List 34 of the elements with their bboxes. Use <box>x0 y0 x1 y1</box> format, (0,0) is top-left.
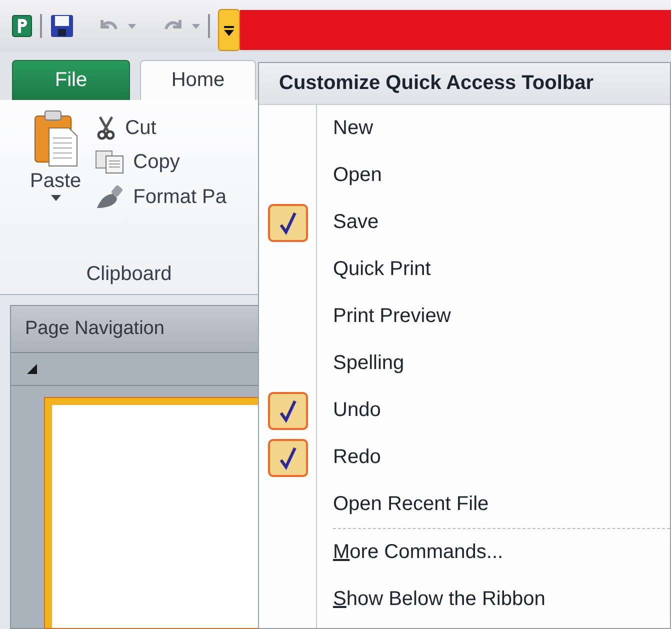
page-thumbnail[interactable] <box>45 398 259 628</box>
checkmark-icon <box>278 210 298 234</box>
clipboard-command[interactable]: Cut <box>95 116 227 140</box>
clipboard-icon[interactable] <box>34 110 78 168</box>
paste-button[interactable]: Paste <box>30 170 82 193</box>
clipboard-command[interactable]: Format Pa <box>95 184 227 210</box>
toolbar-divider <box>40 14 42 38</box>
menu-item[interactable]: Open <box>333 164 382 187</box>
menu-item[interactable]: Show Below the Ribbon <box>333 588 546 611</box>
scissors-icon <box>95 116 118 140</box>
app-logo-icon[interactable] <box>12 15 32 37</box>
dropdown-arrow-icon[interactable] <box>50 195 61 201</box>
toolbar-divider <box>208 14 210 38</box>
ribbon-tab[interactable]: File <box>12 60 130 100</box>
customize-toolbar-button[interactable] <box>218 9 240 51</box>
menu-item[interactable]: Redo <box>333 446 381 469</box>
ribbon-tab[interactable]: Home <box>140 60 256 100</box>
menu-item[interactable]: Undo <box>333 399 381 422</box>
menu-item[interactable]: Spelling <box>333 352 404 375</box>
menu-item[interactable]: More Commands... <box>333 541 504 564</box>
paintbrush-icon <box>95 184 126 210</box>
menu-item[interactable]: Quick Print <box>333 258 431 281</box>
pane-title: Page Navigation <box>25 318 164 340</box>
clipboard-command[interactable]: Copy <box>95 150 227 174</box>
group-label: Clipboard <box>86 262 172 287</box>
menu-item[interactable]: Open Recent File <box>333 493 489 516</box>
copy-icon <box>95 150 126 174</box>
menu-item[interactable]: New <box>333 117 374 140</box>
collapse-triangle-icon[interactable] <box>27 364 37 374</box>
checkmark-icon <box>278 398 298 422</box>
menu-item[interactable]: Print Preview <box>333 305 451 328</box>
checkmark-icon <box>278 446 298 470</box>
menu-title: Customize Quick Access Toolbar <box>259 63 670 105</box>
menu-item[interactable]: Save <box>333 211 379 234</box>
